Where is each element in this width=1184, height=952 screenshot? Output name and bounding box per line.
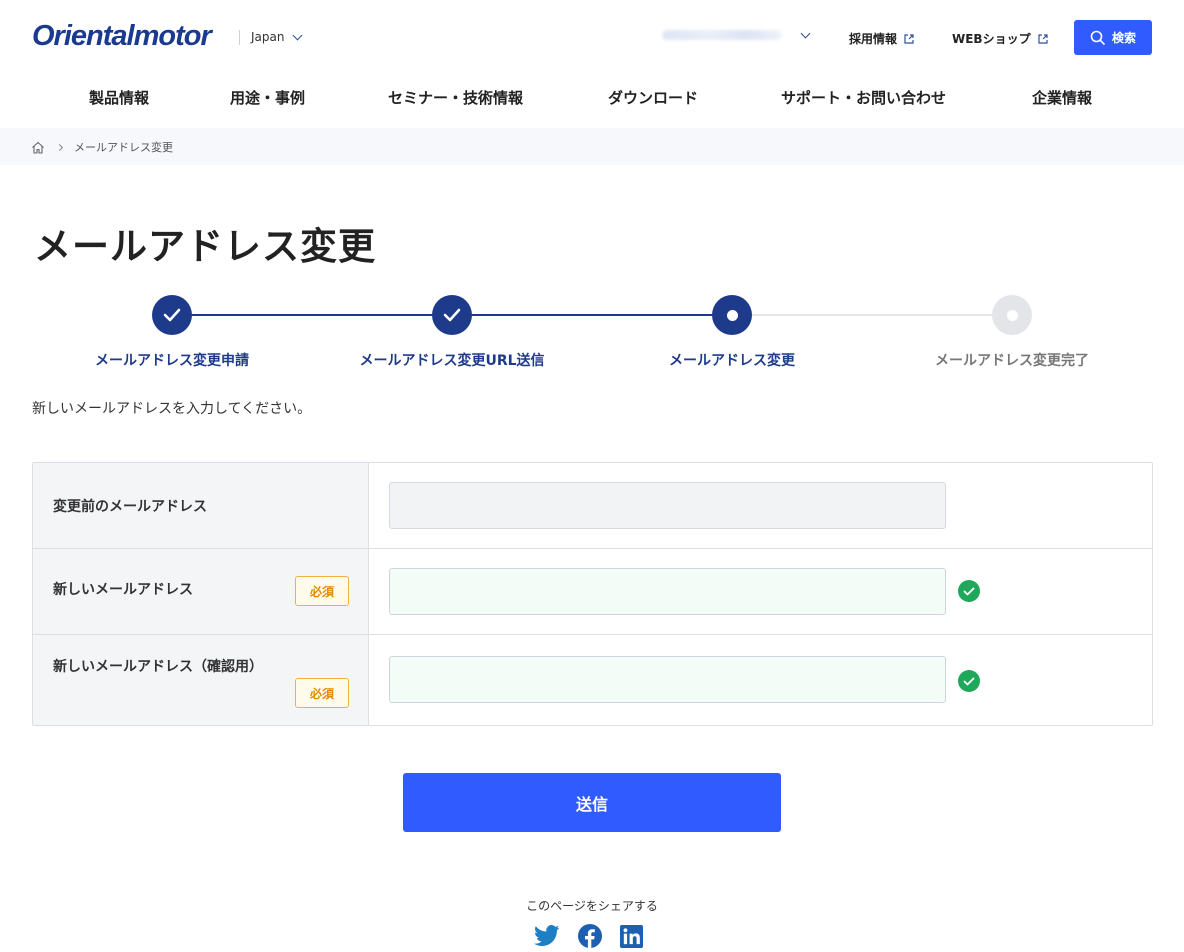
webshop-link-label: WEBショップ [952, 32, 1031, 46]
careers-link-label: 採用情報 [849, 32, 898, 46]
email-change-form: 変更前のメールアドレス 新しいメールアドレス 必須 新しいメールアドレス（確認用… [32, 462, 1153, 726]
new-email-label: 新しいメールアドレス [53, 582, 193, 598]
nav-item-support[interactable]: サポート・お問い合わせ [781, 87, 946, 108]
main-nav: 製品情報 用途・事例 セミナー・技術情報 ダウンロード サポート・お問い合わせ … [0, 78, 1184, 116]
pending-dot-icon [1006, 309, 1018, 321]
row-label-cell: 新しいメールアドレス 必須 [33, 549, 369, 634]
page-title: メールアドレス変更 [34, 225, 376, 268]
home-icon[interactable] [31, 141, 45, 154]
chevron-down-icon [800, 28, 811, 38]
required-badge: 必須 [295, 678, 349, 708]
region-label: Japan [251, 30, 285, 44]
twitter-icon[interactable] [534, 925, 560, 947]
row-label-cell: 変更前のメールアドレス [33, 463, 369, 548]
check-icon [163, 308, 181, 322]
share-label: このページをシェアする [526, 899, 658, 913]
nav-item-seminars[interactable]: セミナー・技術情報 [388, 87, 523, 108]
step-3-marker [712, 295, 752, 335]
webshop-link[interactable]: WEBショップ [952, 30, 1048, 47]
submit-button[interactable]: 送信 [403, 773, 781, 832]
step-4-label: メールアドレス変更完了 [935, 353, 1089, 369]
row-label-cell: 新しいメールアドレス（確認用） 必須 [33, 635, 369, 725]
blurred-language-label [662, 30, 782, 40]
careers-link[interactable]: 採用情報 [849, 30, 914, 47]
instruction-text: 新しいメールアドレスを入力してください。 [32, 401, 312, 417]
site-header: Orientalmotor Japan 採用情報 WEBショップ 検索 [0, 0, 1184, 74]
breadcrumb-bar [0, 128, 1184, 165]
confirm-email-label: 新しいメールアドレス（確認用） [53, 659, 263, 675]
check-icon [443, 308, 461, 322]
search-icon [1090, 30, 1106, 45]
progress-steps: メールアドレス変更申請 メールアドレス変更URL送信 メールアドレス変更 メール… [0, 294, 1184, 374]
header-divider [239, 30, 240, 45]
required-badge: 必須 [295, 576, 349, 606]
facebook-icon[interactable] [578, 924, 602, 948]
search-button[interactable]: 検索 [1074, 20, 1152, 55]
step-1-label: メールアドレス変更申請 [95, 353, 249, 369]
chevron-down-icon [293, 30, 303, 40]
breadcrumb-current: メールアドレス変更 [74, 141, 173, 154]
current-dot-icon [726, 309, 738, 321]
valid-check-icon [958, 670, 980, 692]
breadcrumb: メールアドレス変更 [31, 139, 173, 155]
step-connector [732, 314, 1012, 316]
step-connector [452, 314, 732, 316]
breadcrumb-separator-icon [55, 143, 64, 151]
form-row-new-email: 新しいメールアドレス 必須 [33, 549, 1152, 635]
form-row-confirm-email: 新しいメールアドレス（確認用） 必須 [33, 635, 1152, 725]
linkedin-icon[interactable] [620, 924, 643, 948]
confirm-email-field[interactable] [389, 656, 946, 703]
share-icons [534, 924, 643, 948]
nav-item-products[interactable]: 製品情報 [89, 87, 149, 108]
step-2-marker [432, 295, 472, 335]
search-button-label: 検索 [1111, 31, 1136, 45]
current-email-label: 変更前のメールアドレス [53, 499, 207, 515]
step-1-marker [152, 295, 192, 335]
step-2-label: メールアドレス変更URL送信 [359, 353, 545, 369]
nav-item-applications[interactable]: 用途・事例 [230, 87, 305, 108]
language-selector[interactable] [662, 28, 811, 40]
valid-check-icon [958, 580, 980, 602]
current-email-field [389, 482, 946, 529]
oriental-motor-logo[interactable]: Orientalmotor [32, 20, 212, 53]
form-row-current-email: 変更前のメールアドレス [33, 463, 1152, 549]
external-link-icon [904, 33, 914, 44]
new-email-field[interactable] [389, 568, 946, 615]
region-selector[interactable]: Japan [251, 30, 303, 44]
nav-item-company[interactable]: 企業情報 [1032, 87, 1092, 108]
nav-item-downloads[interactable]: ダウンロード [608, 87, 698, 108]
external-link-icon [1037, 33, 1048, 44]
step-4-marker [992, 295, 1032, 335]
step-connector [172, 314, 452, 316]
step-3-label: メールアドレス変更 [669, 353, 795, 369]
